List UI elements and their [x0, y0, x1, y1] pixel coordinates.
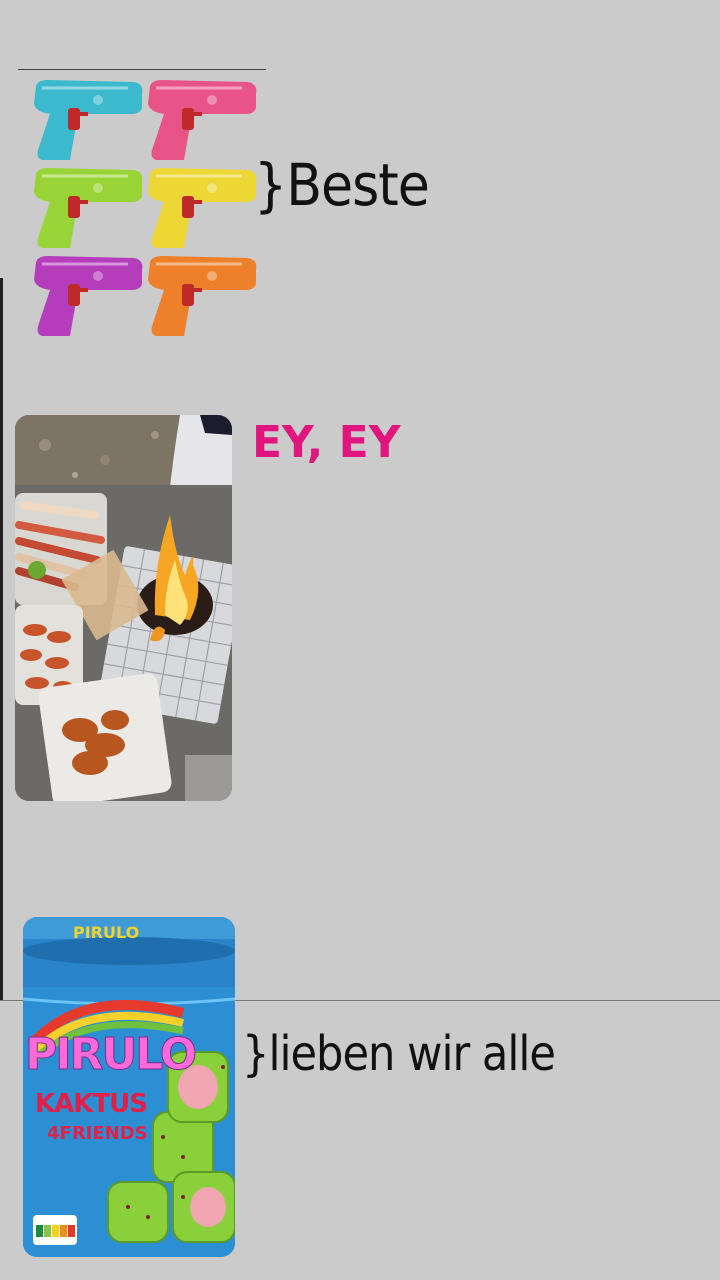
water-gun-pink — [142, 78, 260, 164]
water-gun-yellow — [142, 166, 260, 252]
caption-beste: }Beste — [254, 151, 430, 219]
product-subtitle: 4FRIENDS — [47, 1123, 148, 1144]
water-gun-teal — [28, 78, 146, 164]
pirulo-kaktus-product-image: PIRULO PIRULO KAKTUS 4FRIENDS — [23, 917, 235, 1257]
product-brand-logo: PIRULO — [24, 1029, 197, 1081]
water-gun-image-grid — [28, 78, 262, 340]
product-variant: KAKTUS — [35, 1089, 148, 1119]
water-gun-green — [28, 166, 146, 252]
caption-ey-ey: EY, EY — [252, 417, 401, 468]
left-divider — [0, 278, 3, 1000]
water-gun-purple — [28, 254, 146, 340]
top-divider — [18, 69, 266, 70]
caption-lieben-wir-alle: }lieben wir alle — [242, 1026, 556, 1082]
bbq-photo — [15, 415, 232, 801]
water-gun-orange — [142, 254, 260, 340]
product-brand-top: PIRULO — [73, 923, 140, 942]
